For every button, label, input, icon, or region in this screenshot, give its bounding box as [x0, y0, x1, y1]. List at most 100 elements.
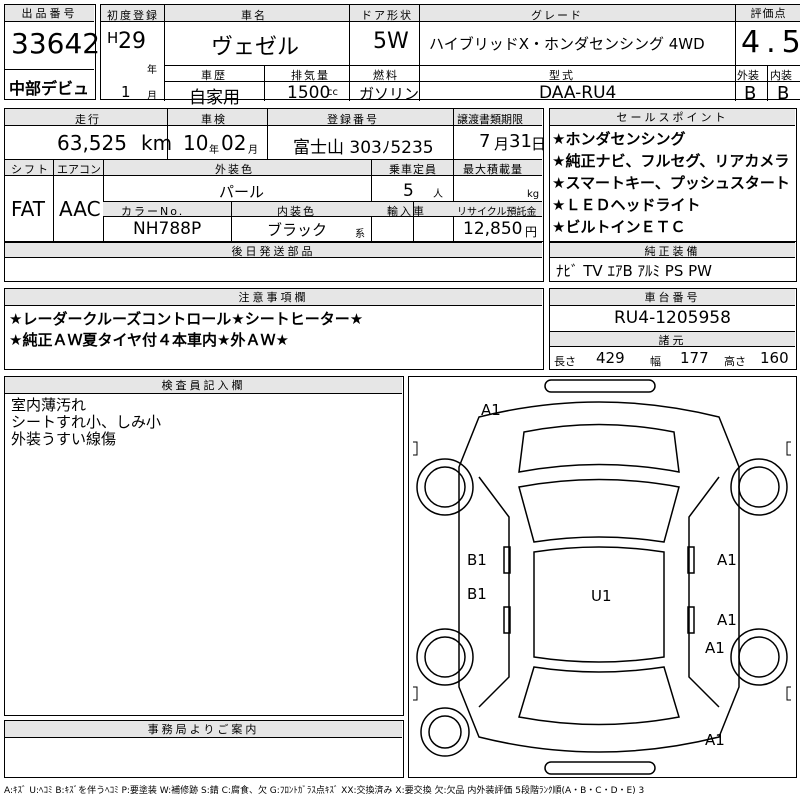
interior-score: B — [777, 83, 790, 104]
lot-number-header: 出品番号 — [5, 5, 94, 22]
fuel: ガソリン — [359, 85, 420, 103]
transfer-day: 31 — [509, 131, 532, 152]
sales-point: ★ＬＥＤヘッドライト — [552, 196, 701, 214]
sales-point: ★スマートキー、プッシュスタート — [552, 174, 790, 192]
import-header: 輸入車 — [387, 205, 426, 218]
length-label: 長さ — [554, 355, 576, 368]
inspection-header: 車検 — [201, 113, 227, 126]
sales-point: ★ホンダセンシング — [552, 130, 686, 148]
damage-right-mid: A1 — [717, 611, 737, 629]
model-code: DAA-RU4 — [539, 83, 617, 103]
note-line: ★レーダークルーズコントロール★シートヒーター★ — [9, 310, 364, 328]
sales-points-box: セールスポイント ★ホンダセンシング ★純正ナビ、フルセグ、リアカメラ ★スマー… — [549, 108, 797, 242]
history: 自家用 — [189, 88, 240, 108]
lot-number: 33642 — [11, 27, 101, 60]
notes-header: 注意事項欄 — [5, 289, 542, 306]
chassis-header: 車台番号 — [550, 289, 795, 306]
damage-front: A1 — [481, 401, 501, 419]
color-no-header: カラーNo. — [121, 205, 185, 218]
lot-number-box: 出品番号 33642 中部デビュ — [4, 4, 100, 100]
door-header: ドア形状 — [361, 9, 413, 22]
length: 429 — [596, 349, 625, 367]
sales-point: ★純正ナビ、フルセグ、リアカメラ — [552, 152, 790, 170]
chassis-box: 車台番号 RU4-1205958 諸元 長さ 429 幅 177 高さ 160 — [549, 288, 797, 370]
inspector-note: シートすれ小、しみ小 — [11, 413, 162, 431]
office-box: 事務局よりご案内 — [4, 720, 404, 778]
ext-color: パール — [219, 183, 265, 201]
inspection-month-unit: 月 — [248, 145, 258, 156]
reg-no: 富士山 303ﾉ5235 — [293, 138, 434, 158]
int-color-header: 内装色 — [277, 205, 316, 218]
transfer-month: 7 — [479, 131, 491, 152]
reg-no-header: 登録番号 — [327, 113, 379, 126]
displacement-unit: cc — [327, 87, 338, 98]
overall-score: 4.5 — [741, 25, 800, 60]
displacement: 1500 — [287, 83, 331, 103]
notes-box: 注意事項欄 ★レーダークルーズコントロール★シートヒーター★ ★純正ＡＷ夏タイヤ… — [4, 288, 544, 370]
equipment-header: 純正装備 — [550, 242, 795, 258]
capacity: 5 — [403, 181, 414, 201]
inspection-month: 02 — [221, 131, 247, 155]
max-load-header: 最大積載量 — [463, 163, 523, 176]
legend: A:ｷｽﾞ U:ﾍｺﾐ B:ｷｽﾞを伴うﾍｺﾐ P:要塗装 W:補修跡 S:錆 … — [4, 786, 645, 796]
inspector-header: 検査員記入欄 — [5, 377, 402, 394]
history-header: 車歴 — [201, 69, 227, 82]
door-type: 5W — [373, 29, 409, 54]
transfer-day-unit: 日 — [531, 135, 547, 153]
damage-left-rear: B1 — [467, 585, 487, 603]
interior-header: 内装 — [770, 69, 792, 82]
transfer-header: 譲渡書類期限 — [457, 113, 523, 126]
damage-right-rear: A1 — [705, 639, 725, 657]
car-name-header: 車名 — [241, 9, 267, 22]
grade-header: グレード — [531, 9, 583, 22]
inspector-box: 検査員記入欄 室内薄汚れ シートすれ小、しみ小 外装うすい線傷 — [4, 376, 404, 716]
reg-month-unit: 月 — [147, 91, 157, 102]
exterior-score: B — [744, 83, 757, 104]
aircon: AAC — [59, 197, 101, 221]
car-name: ヴェゼル — [211, 35, 300, 60]
recycle-header: リサイクル預託金 — [457, 207, 537, 218]
inspection-year: 10 — [183, 131, 209, 155]
height-label: 高さ — [724, 355, 746, 368]
int-color-suffix: 系 — [355, 229, 365, 240]
reg-year-unit: 年 — [147, 65, 157, 76]
fuel-header: 燃料 — [373, 69, 399, 82]
office-header: 事務局よりご案内 — [5, 721, 402, 738]
score-header: 評価点 — [736, 5, 800, 22]
reg-month: 1 — [121, 83, 131, 101]
car-diagram: A1 B1 B1 U1 A1 A1 A1 A1 — [408, 376, 797, 778]
sales-point: ★ビルトインＥＴＣ — [552, 218, 686, 236]
mileage-header: 走行 — [75, 113, 101, 126]
inspection-year-unit: 年 — [209, 145, 219, 156]
later-parts-box: 後日発送部品 — [4, 242, 544, 282]
shift: FAT — [11, 197, 46, 221]
equipment: ﾅﾋﾞ TV ｴｱB ｱﾙﾐ PS PW — [556, 262, 712, 280]
recycle-unit: 円 — [525, 225, 538, 239]
mileage: 63,525 — [57, 131, 127, 155]
width-label: 幅 — [650, 355, 661, 368]
mileage-unit: km — [141, 131, 173, 155]
height: 160 — [760, 349, 789, 367]
damage-left-front: B1 — [467, 551, 487, 569]
dims-header: 諸元 — [550, 331, 795, 347]
first-reg-header: 初度登録 — [107, 9, 159, 22]
capacity-header: 乗車定員 — [389, 163, 437, 176]
main-info-box: 初度登録 車名 ドア形状 グレード H 29 年 1 月 ヴェゼル 5W ハイブ… — [100, 4, 800, 108]
inspector-note: 外装うすい線傷 — [11, 430, 117, 448]
aircon-header: エアコン — [57, 163, 101, 176]
era: H — [107, 29, 119, 47]
max-load-unit: kg — [527, 189, 540, 200]
displacement-header: 排気量 — [291, 69, 330, 82]
sales-points-header: セールスポイント — [550, 109, 795, 126]
grade: ハイブリッドX・ホンダセンシング 4WD — [429, 35, 705, 53]
int-color: ブラック — [267, 221, 328, 239]
reg-year: 29 — [118, 29, 146, 54]
recycle-fee: 12,850 — [463, 219, 523, 239]
inspector-note: 室内薄汚れ — [11, 396, 87, 414]
later-parts-header: 後日発送部品 — [5, 242, 542, 258]
note-line: ★純正ＡＷ夏タイヤ付４本車内★外ＡＷ★ — [9, 331, 289, 349]
damage-roof: U1 — [591, 587, 612, 605]
color-no: NH788P — [133, 219, 202, 239]
venue: 中部デビュ — [9, 79, 90, 98]
damage-rear: A1 — [705, 731, 725, 749]
